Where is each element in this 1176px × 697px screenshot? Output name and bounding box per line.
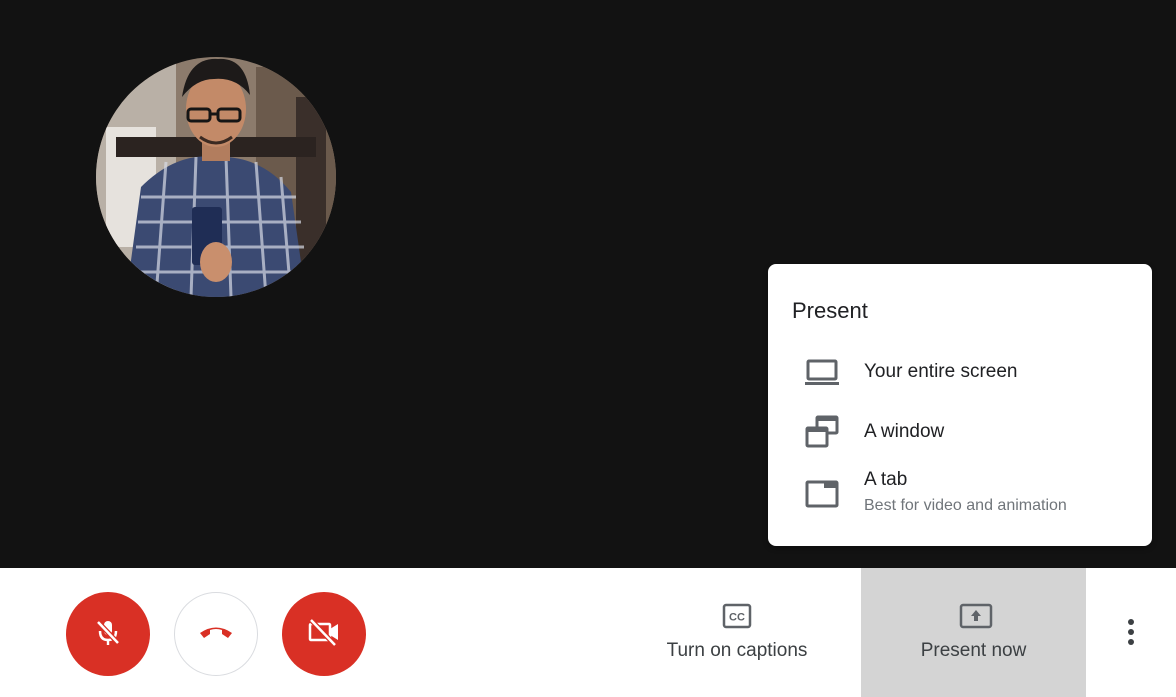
present-window-option[interactable]: A window [768, 403, 1152, 461]
participant-photo [96, 57, 336, 297]
present-now-label: Present now [920, 640, 1027, 661]
present-entire-screen-option[interactable]: Your entire screen [768, 343, 1152, 401]
call-controls-toolbar: CC Turn on captions Present now [0, 568, 1176, 697]
video-stage: Present Your entire screen A window A ta… [0, 0, 1176, 568]
captions-label: Turn on captions [666, 640, 808, 661]
hangup-button[interactable] [174, 592, 258, 676]
mic-toggle-button[interactable] [66, 592, 150, 676]
more-vert-icon [1127, 618, 1135, 651]
present-tab-option[interactable]: A tab Best for video and animation [768, 463, 1152, 525]
tab-sublabel: Best for video and animation [864, 497, 1067, 514]
captions-button[interactable]: CC Turn on captions [640, 568, 834, 697]
entire-screen-label: Your entire screen [864, 361, 1018, 382]
participant-avatar [96, 57, 336, 297]
closed-captions-icon: CC [722, 602, 752, 630]
present-screen-icon [959, 602, 992, 630]
window-icon [804, 414, 840, 450]
present-menu: Present Your entire screen A window A ta… [768, 264, 1152, 546]
laptop-icon [804, 354, 840, 390]
tab-label: A tab [864, 469, 908, 490]
mic-off-icon [92, 616, 124, 653]
camera-toggle-button[interactable] [282, 592, 366, 676]
camera-off-icon [307, 616, 341, 653]
hangup-icon [198, 622, 234, 647]
window-label: A window [864, 421, 945, 442]
svg-text:CC: CC [729, 612, 745, 624]
tab-icon [804, 476, 840, 512]
more-options-button[interactable] [1114, 616, 1148, 652]
present-now-button[interactable]: Present now [861, 568, 1086, 697]
present-menu-title: Present [792, 298, 868, 323]
